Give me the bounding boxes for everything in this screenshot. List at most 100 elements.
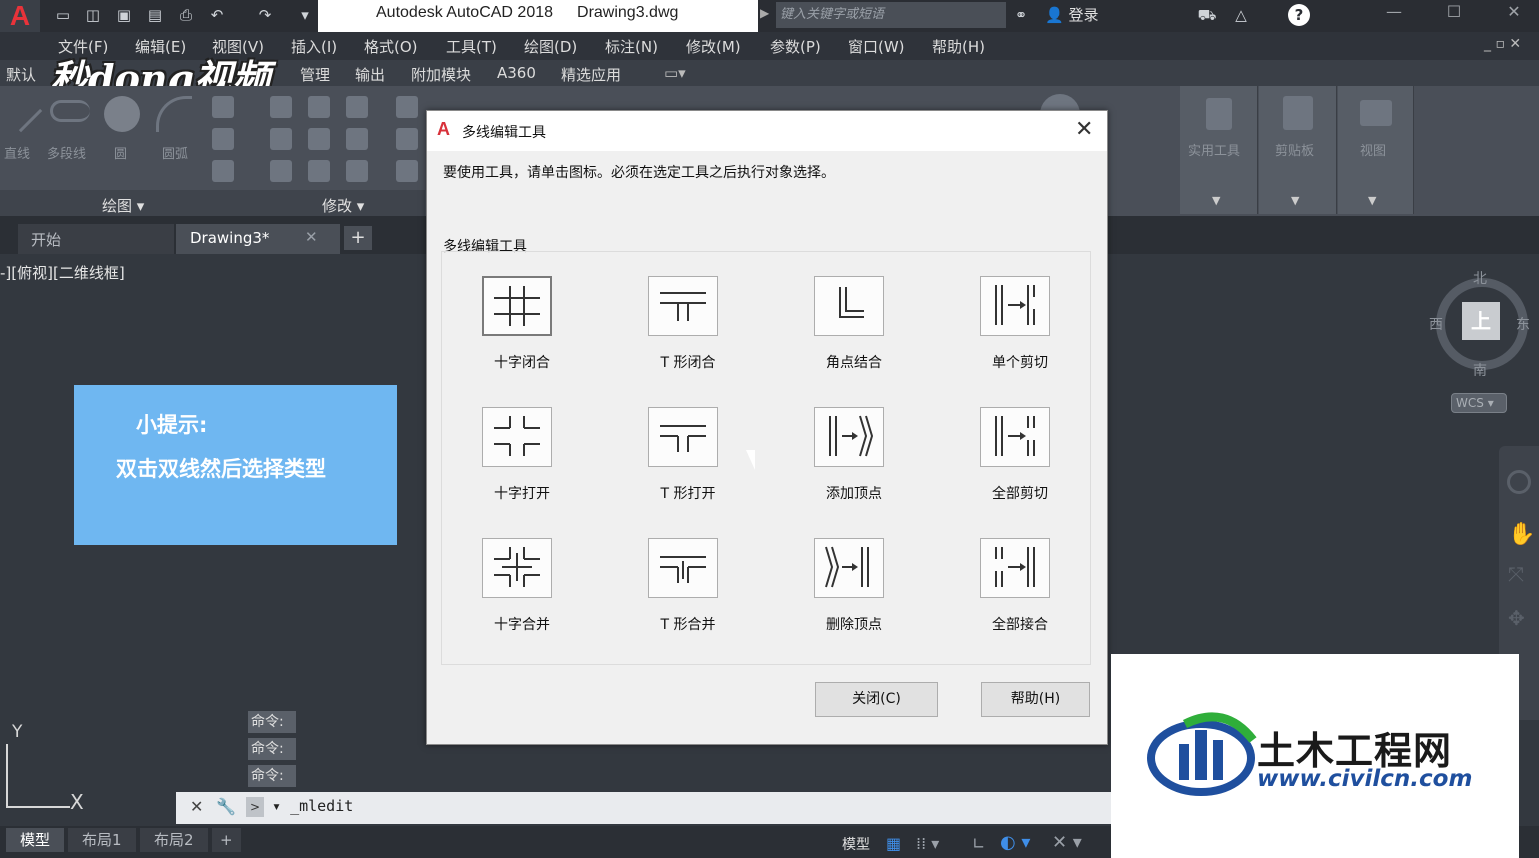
closed-tee-icon[interactable] [648,276,718,336]
stretch-icon[interactable] [270,160,292,182]
redo-icon[interactable]: ↷ [254,4,276,26]
merged-tee-icon[interactable] [648,538,718,598]
polyline-tool-icon[interactable] [50,100,90,122]
compass-south[interactable]: 南 [1473,360,1487,380]
wcs-menu[interactable]: WCS ▾ [1451,393,1507,413]
command-prompt-icon[interactable]: > [246,797,264,817]
menu-format[interactable]: 格式(O) [364,36,418,57]
snap-mode-icon[interactable]: ⁞⁞ ▾ [916,834,939,853]
rotate-icon[interactable] [308,96,330,118]
print-icon[interactable]: ⎙ [175,4,197,26]
autocad-logo-icon[interactable]: A [0,0,40,32]
maximize-icon[interactable]: ☐ [1432,0,1476,26]
cut-all-icon[interactable] [980,407,1050,467]
menu-draw[interactable]: 绘图(D) [524,36,577,57]
menu-insert[interactable]: 插入(I) [291,36,337,57]
tool-merged-tee[interactable]: T 形合并 [613,538,723,648]
tool-corner-joint[interactable]: 角点结合 [779,276,889,386]
fillet-icon[interactable] [346,128,368,150]
explode-icon[interactable] [396,128,418,150]
add-layout-icon[interactable]: + [212,828,241,852]
open-tee-icon[interactable] [648,407,718,467]
cart-icon[interactable]: ⛟ [1196,4,1218,26]
corner-joint-icon[interactable] [814,276,884,336]
mirror-icon[interactable] [308,128,330,150]
closed-cross-icon[interactable] [482,276,552,336]
zoom-extents-icon[interactable]: ⤧ [1508,562,1524,586]
tool-delete-vertex[interactable]: 删除顶点 [779,538,889,648]
scale-icon[interactable] [308,160,330,182]
viewcube-top-face[interactable]: 上 [1462,302,1500,340]
layout-tab-layout2[interactable]: 布局2 [140,828,208,852]
window-close-icon[interactable]: ✕ [1492,0,1536,26]
trim-icon[interactable] [346,96,368,118]
save-icon[interactable]: ▣ [113,4,135,26]
utilities-panel[interactable]: 实用工具 ▼ [1180,86,1258,214]
region-icon[interactable] [212,160,234,182]
hatch-icon[interactable] [212,128,234,150]
menu-parametric[interactable]: 参数(P) [770,36,821,57]
ortho-icon[interactable]: ∟ [972,834,985,853]
close-command-icon[interactable]: ✕ [190,797,203,816]
dialog-close-icon[interactable]: ✕ [1075,117,1093,142]
menu-dimension[interactable]: 标注(N) [605,36,658,57]
menu-modify[interactable]: 修改(M) [686,36,741,57]
ribbon-toggle-icon[interactable]: ▭▾ [664,64,686,82]
menu-help[interactable]: 帮助(H) [932,36,985,57]
steering-wheel-icon[interactable] [1507,470,1531,494]
tab-featured-apps[interactable]: 精选应用 [561,64,621,85]
delete-vertex-icon[interactable] [814,538,884,598]
layout-tab-model[interactable]: 模型 [6,828,65,852]
move-icon[interactable] [270,96,292,118]
rectangle-icon[interactable] [212,96,234,118]
tab-output[interactable]: 输出 [355,64,385,85]
tab-default[interactable]: 默认 [6,64,36,85]
tool-cut-all[interactable]: 全部剪切 [945,407,1055,517]
pan-hand-icon[interactable]: ✋ [1508,522,1535,547]
view-panel[interactable]: 视图 ▼ [1338,86,1414,214]
command-input[interactable]: ▾ _mledit [272,797,353,815]
help-button[interactable]: 帮助(H) [981,682,1090,717]
erase-icon[interactable] [396,96,418,118]
circle-tool-icon[interactable] [104,96,140,132]
viewport-controls[interactable]: -][俯视][二维线框] [0,262,125,283]
open-folder-icon[interactable]: ◫ [82,4,104,26]
layout-tab-layout1[interactable]: 布局1 [68,828,136,852]
array-icon[interactable] [346,160,368,182]
tool-weld-all[interactable]: 全部接合 [945,538,1055,648]
doc-window-controls-icon[interactable]: _ ▫ ✕ [1484,36,1521,52]
tool-closed-cross[interactable]: 十字闭合 [447,276,557,386]
tool-open-cross[interactable]: 十字打开 [447,407,557,517]
login-button[interactable]: 👤 登录 [1045,4,1098,26]
polar-tracking-icon[interactable]: ◐ ▾ [1000,832,1030,853]
tool-merged-cross[interactable]: 十字合并 [447,538,557,648]
binoculars-icon[interactable]: ⚭ [1010,4,1032,26]
orbit-icon[interactable]: ✥ [1508,606,1525,630]
tab-addins[interactable]: 附加模块 [411,64,471,85]
customize-toolbar-icon[interactable]: ▾ [294,4,316,26]
save-as-icon[interactable]: ▤ [144,4,166,26]
dialog-title-bar[interactable]: A 多线编辑工具 ✕ [427,111,1107,151]
tool-open-tee[interactable]: T 形打开 [613,407,723,517]
tool-closed-tee[interactable]: T 形闭合 [613,276,723,386]
clipboard-panel[interactable]: 剪贴板 ▼ [1259,86,1337,214]
merged-cross-icon[interactable] [482,538,552,598]
tab-close-icon[interactable]: ✕ [305,228,318,246]
menu-tools[interactable]: 工具(T) [446,36,497,57]
open-cross-icon[interactable] [482,407,552,467]
compass-east[interactable]: 东 [1516,314,1530,334]
tool-cut-single[interactable]: 单个剪切 [945,276,1055,386]
menu-window[interactable]: 窗口(W) [848,36,905,57]
add-vertex-icon[interactable] [814,407,884,467]
minimize-icon[interactable]: — [1372,0,1416,26]
copy-icon[interactable] [270,128,292,150]
tab-start[interactable]: 开始 [18,224,174,254]
tool-add-vertex[interactable]: 添加顶点 [779,407,889,517]
cut-single-icon[interactable] [980,276,1050,336]
play-arrow-icon[interactable]: ▶ [760,6,769,20]
panel-draw-button[interactable]: 绘图 ▾ [102,195,144,216]
model-space-button[interactable]: 模型 [842,834,870,854]
wrench-icon[interactable]: 🔧 [216,797,236,816]
help-icon[interactable]: ? [1288,4,1310,26]
isometric-icon[interactable]: ✕ ▾ [1052,832,1082,853]
